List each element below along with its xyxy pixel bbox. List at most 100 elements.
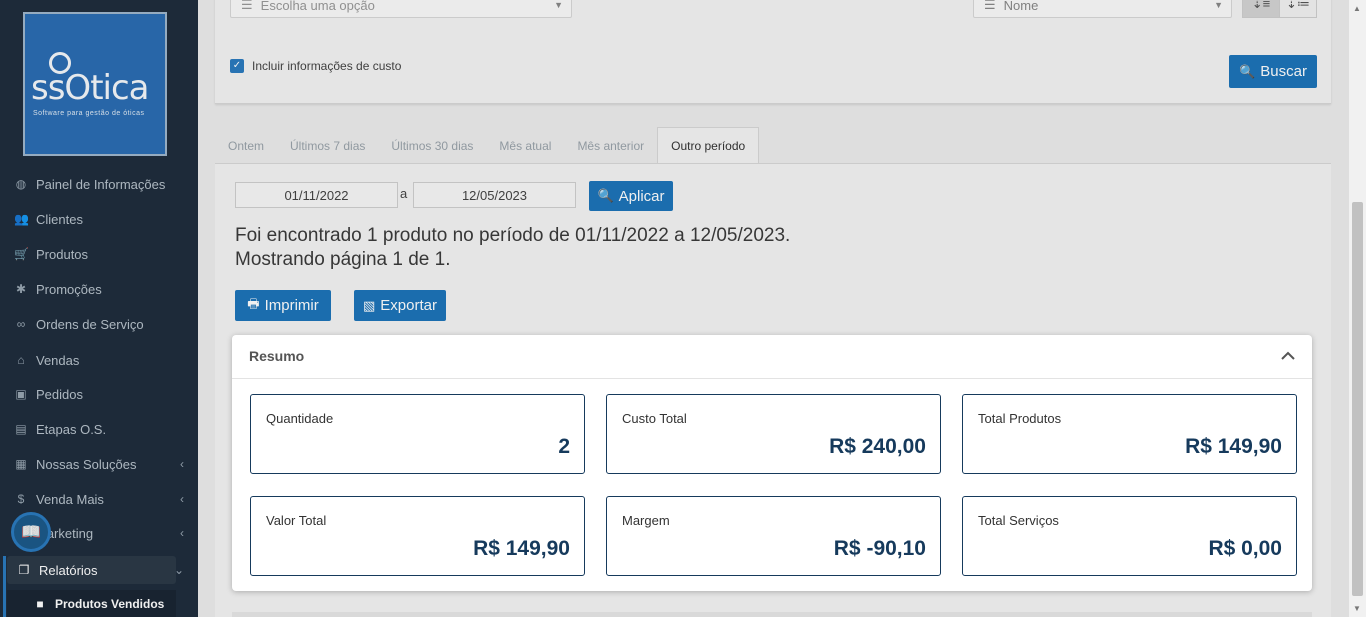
stat-label: Total Serviços [978, 513, 1059, 528]
sidebar-item-promocoes[interactable]: ✱ Promoções [0, 275, 198, 303]
sort-descending-icon: ⇣≔ [1286, 0, 1310, 11]
results-pagination: Mostrando página 1 de 1. [235, 249, 451, 270]
date-separator: a [400, 186, 408, 201]
chevron-left-icon: ‹ [180, 492, 184, 506]
sidebar-item-painel[interactable]: ◍ Painel de Informações [0, 170, 198, 198]
logo-tagline: Software para gestão de óticas [33, 110, 145, 117]
stat-margem: Margem R$ -90,10 [606, 496, 941, 576]
sidebar-item-label: Relatórios [39, 562, 98, 578]
stat-valor-total: Valor Total R$ 149,90 [250, 496, 585, 576]
list-icon: ☰ [984, 0, 996, 12]
table-header-strip [232, 612, 1312, 617]
sidebar-item-label: Painel de Informações [36, 176, 166, 192]
stat-custo-total: Custo Total R$ 240,00 [606, 394, 941, 474]
search-button-label: Buscar [1260, 63, 1307, 80]
briefcase-icon: ▦ [15, 457, 27, 471]
tab-mes-anterior[interactable]: Mês anterior [564, 127, 657, 164]
tab-ultimos-30-dias[interactable]: Últimos 30 dias [378, 127, 486, 164]
search-icon: 🔍 [1239, 63, 1256, 79]
stat-value: R$ 149,90 [1185, 435, 1282, 458]
caret-down-icon: ▼ [1214, 0, 1223, 10]
sort-select[interactable]: ☰ Nome ▼ [973, 0, 1232, 18]
page-scrollbar[interactable]: ▲ ▼ [1349, 0, 1366, 617]
stat-label: Margem [622, 513, 670, 528]
sort-ascending-button[interactable]: ⇣≡ [1242, 0, 1280, 18]
sidebar-item-clientes[interactable]: 👥 Clientes [0, 205, 198, 233]
stat-quantidade: Quantidade 2 [250, 394, 585, 474]
sidebar-item-label: Pedidos [36, 386, 83, 402]
date-to-input[interactable]: 12/05/2023 [413, 182, 576, 208]
sidebar-item-produtos-vendidos[interactable]: ■ Produtos Vendidos [7, 590, 176, 617]
dashboard-icon: ◍ [15, 177, 27, 191]
sidebar-item-vendas[interactable]: ⌂ Vendas [0, 346, 198, 374]
cart-icon: 🛒 [14, 247, 29, 261]
tab-ontem[interactable]: Ontem [215, 127, 277, 164]
print-button[interactable]: 🖶 Imprimir [235, 290, 331, 321]
sidebar-item-label: Etapas O.S. [36, 421, 107, 437]
sidebar-item-venda-mais[interactable]: $ Venda Mais ‹ [0, 485, 198, 513]
sidebar-item-label: Promoções [36, 281, 102, 297]
option-select[interactable]: ☰ Escolha uma opção ▼ [230, 0, 572, 18]
sort-select-value: Nome [1003, 0, 1039, 13]
include-cost-row[interactable]: ✓ Incluir informações de custo [230, 59, 401, 73]
sidebar-item-label: Clientes [36, 211, 83, 227]
resumo-title: Resumo [249, 348, 305, 364]
export-button-label: Exportar [380, 297, 437, 314]
stat-value: 2 [558, 435, 570, 458]
users-icon: 👥 [14, 212, 29, 226]
sidebar-item-label: Produtos Vendidos [55, 597, 165, 611]
excel-file-icon: ▧ [363, 297, 376, 313]
copy-icon: ❐ [18, 563, 30, 577]
bag-icon: ■ [36, 597, 44, 611]
scroll-thumb[interactable] [1352, 202, 1363, 596]
sidebar-item-label: Vendas [36, 352, 80, 368]
results-summary: Foi encontrado 1 produto no período de 0… [235, 225, 791, 246]
glasses-icon: ∞ [16, 317, 26, 331]
sidebar-item-label: Venda Mais [36, 491, 104, 507]
help-book-icon[interactable]: 📖 [11, 512, 51, 552]
basket-icon: ⌂ [17, 353, 25, 367]
stat-value: R$ 149,90 [473, 537, 570, 560]
tab-outro-periodo[interactable]: Outro período [657, 127, 760, 164]
sidebar-item-pedidos[interactable]: ▣ Pedidos [0, 380, 198, 408]
chevron-up-icon[interactable] [1278, 345, 1298, 365]
sort-ascending-icon: ⇣≡ [1251, 0, 1271, 11]
apply-button[interactable]: 🔍 Aplicar [589, 181, 673, 211]
stat-total-produtos: Total Produtos R$ 149,90 [962, 394, 1297, 474]
sidebar: ssOtica Software para gestão de óticas ◍… [0, 0, 198, 617]
scroll-up-icon[interactable]: ▲ [1353, 4, 1361, 13]
chevron-left-icon: ‹ [180, 457, 184, 471]
include-cost-label: Incluir informações de custo [252, 59, 402, 73]
active-indicator [3, 556, 6, 617]
sort-descending-button[interactable]: ⇣≔ [1279, 0, 1317, 18]
sidebar-item-label: Nossas Soluções [36, 456, 137, 472]
resumo-header[interactable]: Resumo [232, 335, 1312, 379]
stat-label: Custo Total [622, 411, 687, 426]
filter-card: ☰ Escolha uma opção ▼ ☰ Nome ▼ ⇣≡ ⇣≔ ✓ I… [215, 0, 1331, 104]
caret-down-icon: ▼ [554, 0, 563, 10]
sidebar-item-etapas[interactable]: ▤ Etapas O.S. [0, 415, 198, 443]
sidebar-item-produtos[interactable]: 🛒 Produtos [0, 240, 198, 268]
logo[interactable]: ssOtica Software para gestão de óticas [23, 12, 167, 156]
stat-total-servicos: Total Serviços R$ 0,00 [962, 496, 1297, 576]
tab-mes-atual[interactable]: Mês atual [486, 127, 564, 164]
stat-label: Quantidade [266, 411, 334, 426]
date-from-input[interactable]: 01/11/2022 [235, 182, 398, 208]
inbox-icon: ▣ [15, 387, 27, 401]
period-tabs: Ontem Últimos 7 dias Últimos 30 dias Mês… [215, 127, 760, 164]
sidebar-item-ordens[interactable]: ∞ Ordens de Serviço [0, 310, 198, 338]
apply-button-label: Aplicar [618, 187, 665, 205]
export-button[interactable]: ▧ Exportar [354, 290, 446, 321]
search-icon: 🔍 [597, 188, 614, 203]
sidebar-item-relatorios[interactable]: ❐ Relatórios ⌄ [7, 556, 184, 584]
sidebar-item-solucoes[interactable]: ▦ Nossas Soluções ‹ [0, 450, 198, 478]
stat-value: R$ 240,00 [829, 435, 926, 458]
stat-value: R$ -90,10 [833, 537, 926, 560]
stat-label: Total Produtos [978, 411, 1062, 426]
scroll-down-icon[interactable]: ▼ [1353, 604, 1361, 613]
resumo-panel: Resumo Quantidade 2 Custo Total R$ 240,0… [232, 335, 1312, 591]
include-cost-checkbox[interactable]: ✓ [230, 59, 244, 73]
asterisk-icon: ✱ [15, 282, 27, 296]
tab-ultimos-7-dias[interactable]: Últimos 7 dias [277, 127, 378, 164]
search-button[interactable]: 🔍 Buscar [1229, 55, 1317, 88]
